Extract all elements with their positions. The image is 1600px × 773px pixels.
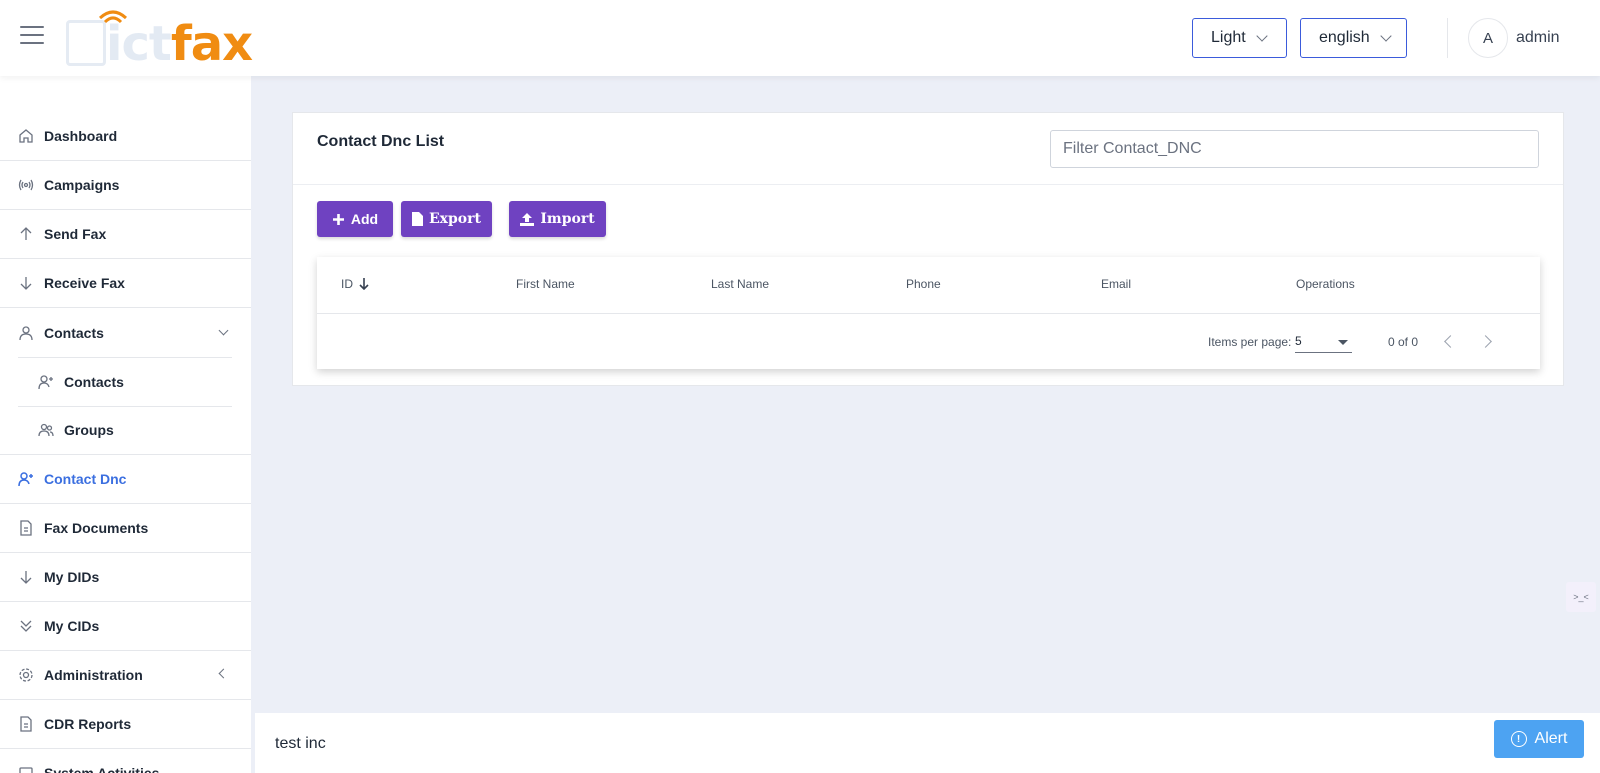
import-button-label: Import (540, 211, 595, 227)
alert-button[interactable]: ! Alert (1494, 720, 1584, 758)
menu-toggle-icon[interactable] (20, 26, 44, 46)
sidebar-item-label: Send Fax (44, 226, 107, 242)
sidebar-item-send-fax[interactable]: Send Fax (0, 210, 251, 259)
chevron-down-icon (1380, 29, 1392, 42)
username[interactable]: admin (1516, 29, 1560, 47)
plus-icon (332, 213, 345, 226)
sidebar-item-administration[interactable]: Administration (0, 651, 251, 700)
sort-arrow-down-icon (359, 278, 369, 290)
sidebar-item-label: Receive Fax (44, 275, 125, 291)
square-icon (18, 765, 34, 773)
filter-input[interactable] (1050, 130, 1539, 168)
column-header-label: ID (341, 277, 353, 291)
footer-company: test inc (275, 735, 326, 752)
divider (293, 184, 1563, 185)
sidebar-item-campaigns[interactable]: Campaigns (0, 161, 251, 210)
gear-icon (18, 667, 34, 683)
logo: ictfax (66, 8, 286, 72)
items-per-page-label: Items per page: (1208, 335, 1292, 349)
sidebar-item-system-activities[interactable]: System Activities (0, 749, 251, 773)
sidebar-item-label: System Activities (44, 765, 160, 773)
avatar[interactable]: A (1468, 18, 1508, 58)
page-range-label: 0 of 0 (1388, 335, 1419, 349)
info-icon: ! (1510, 731, 1527, 747)
home-icon (18, 128, 34, 144)
language-select[interactable]: english (1300, 18, 1407, 58)
user-plus-icon (38, 374, 54, 390)
sidebar-item-cdr-reports[interactable]: CDR Reports (0, 700, 251, 749)
document-icon (18, 716, 34, 732)
theme-select-value: Light (1211, 29, 1246, 46)
sidebar-item-fax-documents[interactable]: Fax Documents (0, 504, 251, 553)
double-chevron-down-icon (18, 618, 34, 634)
previous-page-button[interactable] (1439, 331, 1459, 351)
arrow-down-icon (18, 275, 34, 291)
document-icon (18, 520, 34, 536)
arrow-down-icon (18, 569, 34, 585)
sidebar-item-my-cids[interactable]: My CIDs (0, 602, 251, 651)
import-button[interactable]: Import (509, 201, 606, 237)
next-page-button[interactable] (1478, 331, 1498, 351)
sidebar: Dashboard Campaigns Send Fax Receive Fax… (0, 76, 251, 773)
language-select-value: english (1319, 29, 1370, 46)
dropdown-arrow-icon (1338, 340, 1348, 345)
sidebar-item-label: My CIDs (44, 618, 100, 634)
add-button-label: Add (350, 211, 379, 227)
contact-dnc-card: Contact Dnc List Add Export Import ID Fi… (292, 112, 1564, 386)
export-button-label: Export (429, 211, 481, 227)
page-title: Contact Dnc List (317, 133, 445, 150)
user-icon (18, 325, 34, 341)
sidebar-item-label: Contacts (64, 373, 124, 390)
column-header-last-name[interactable]: Last Name (711, 277, 769, 291)
users-icon (38, 422, 54, 438)
side-panel-toggle-icon[interactable]: >_< (1566, 582, 1596, 612)
top-header: ictfax Light english A admin (0, 0, 1600, 76)
chevron-down-icon (218, 325, 229, 336)
chevron-down-icon (1256, 29, 1268, 42)
alert-button-label: Alert (1534, 730, 1568, 747)
broadcast-icon (18, 177, 34, 193)
column-header-email[interactable]: Email (1101, 277, 1131, 291)
sidebar-item-my-dids[interactable]: My DIDs (0, 553, 251, 602)
sidebar-item-label: Contacts (44, 324, 104, 341)
divider (317, 313, 1540, 314)
user-plus-icon (18, 471, 34, 487)
upload-icon (520, 212, 535, 226)
chevron-left-icon (1444, 335, 1457, 348)
sidebar-item-label: Administration (44, 667, 143, 683)
theme-select[interactable]: Light (1192, 18, 1287, 58)
column-header-first-name[interactable]: First Name (516, 277, 575, 291)
export-button[interactable]: Export (401, 201, 492, 237)
sidebar-item-contacts[interactable]: Contacts (0, 357, 251, 406)
sidebar-item-receive-fax[interactable]: Receive Fax (0, 259, 251, 308)
page-size-select[interactable]: 5 (1295, 329, 1352, 353)
header-divider (1447, 18, 1448, 58)
sidebar-item-contact-dnc[interactable]: Contact Dnc (0, 455, 251, 504)
footer: test inc (255, 713, 1600, 773)
sidebar-item-groups[interactable]: Groups (0, 406, 251, 455)
chevron-right-icon (1479, 335, 1492, 348)
page-size-value: 5 (1295, 334, 1302, 348)
sidebar-item-label: Campaigns (44, 177, 120, 193)
add-button[interactable]: Add (317, 201, 393, 237)
column-header-id[interactable]: ID (341, 277, 369, 291)
sidebar-item-label: Dashboard (44, 128, 118, 144)
chevron-left-icon (218, 668, 229, 679)
file-icon (412, 212, 423, 226)
sidebar-item-label: Fax Documents (44, 520, 149, 536)
contact-dnc-table: ID First Name Last Name Phone Email Oper… (317, 257, 1540, 369)
sidebar-item-contacts-group[interactable]: Contacts (0, 308, 251, 357)
sidebar-item-label: CDR Reports (44, 716, 132, 732)
sidebar-item-label: Groups (64, 422, 114, 438)
column-header-operations: Operations (1296, 277, 1355, 291)
sidebar-item-label: Contact Dnc (44, 471, 127, 487)
arrow-up-icon (18, 226, 34, 242)
column-header-phone[interactable]: Phone (906, 277, 941, 291)
sidebar-item-dashboard[interactable]: Dashboard (0, 112, 251, 161)
sidebar-item-label: My DIDs (44, 569, 100, 585)
